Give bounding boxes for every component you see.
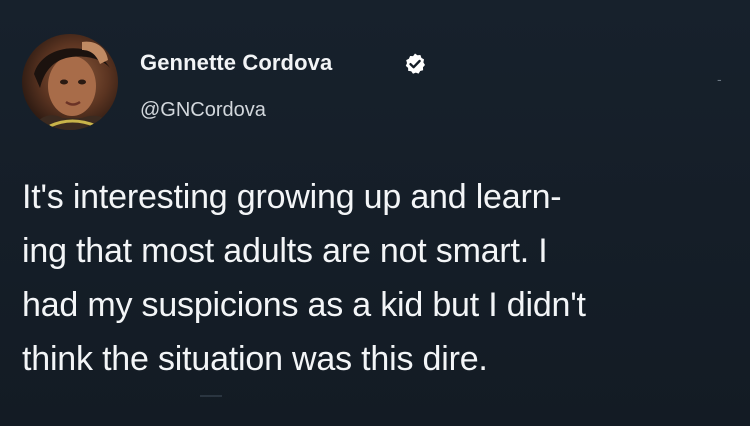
author-name[interactable]: Gennette Cordova <box>140 50 332 76</box>
author-handle[interactable]: @GNCordova <box>140 99 266 122</box>
tweet-text-line: It's interesting growing up and learn- <box>22 178 562 216</box>
verified-badge-icon <box>405 53 425 74</box>
avatar[interactable] <box>22 34 118 130</box>
tweet-text-line: think the situation was this dire. <box>22 340 488 378</box>
tweet-text-line: had my suspicions as a kid but I didn't <box>22 286 586 324</box>
tweet-text: It's interesting growing up and learn- i… <box>22 170 737 386</box>
avatar-photo-icon <box>32 41 114 130</box>
tweet-text-line: ing that most adults are not smart. I <box>22 232 548 270</box>
more-options-icon[interactable]: - <box>717 71 722 87</box>
tweet-card: Gennette Cordova @GNCordova - It's inter… <box>0 0 750 426</box>
divider <box>200 395 222 397</box>
